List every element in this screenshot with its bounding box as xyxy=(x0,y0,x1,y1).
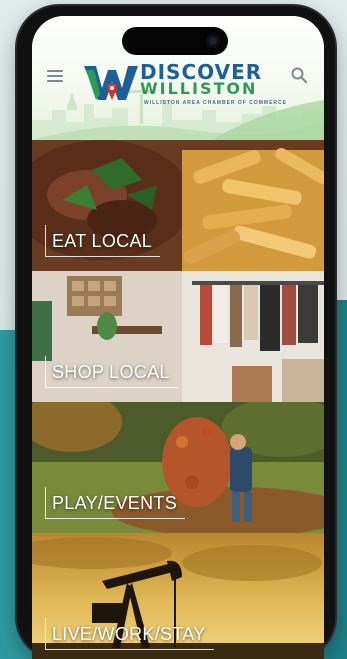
tile-label: SHOP LOCAL xyxy=(45,356,178,388)
tile-live-work-stay[interactable]: LIVE/WORK/STAY xyxy=(32,533,324,659)
tile-label: PLAY/EVENTS xyxy=(45,487,186,519)
search-icon xyxy=(291,67,307,83)
tile-play-events[interactable]: PLAY/EVENTS xyxy=(32,402,324,533)
tile-label: LIVE/WORK/STAY xyxy=(45,618,214,650)
search-button[interactable] xyxy=(290,66,308,84)
menu-button[interactable] xyxy=(47,70,63,82)
logo-w-mark xyxy=(84,66,138,100)
app-screen: DISCOVER WILLISTON WILLISTON AREA CHAMBE… xyxy=(32,16,324,659)
tile-eat-local[interactable]: EAT LOCAL xyxy=(32,140,324,271)
tile-shop-local[interactable]: SHOP LOCAL xyxy=(32,271,324,402)
tile-label: EAT LOCAL xyxy=(45,225,161,257)
logo-tagline: WILLISTON AREA CHAMBER OF COMMERCE xyxy=(144,100,287,106)
discover-williston-logo[interactable]: DISCOVER WILLISTON WILLISTON AREA CHAMBE… xyxy=(82,60,286,116)
hamburger-menu-icon xyxy=(47,70,63,72)
front-camera xyxy=(206,34,220,48)
logo-subtitle: WILLISTON xyxy=(140,79,258,98)
phone-notch xyxy=(122,27,228,55)
